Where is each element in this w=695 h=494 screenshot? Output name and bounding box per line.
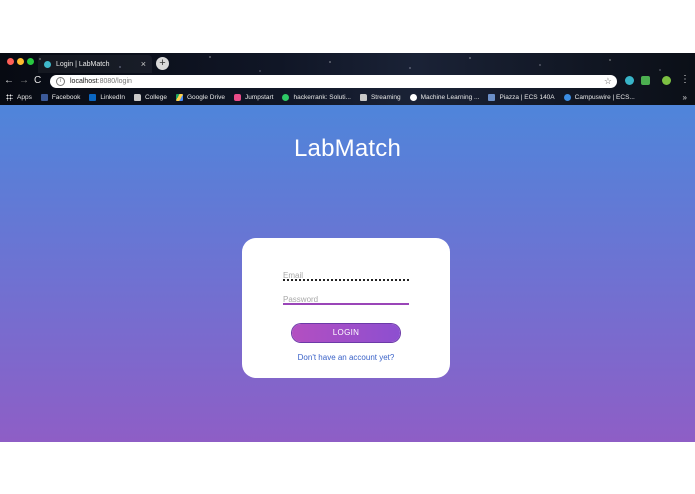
browser-menu-icon[interactable]: ⋮ <box>680 74 690 85</box>
site-info-icon[interactable]: i <box>56 77 65 86</box>
url-host: localhost <box>70 78 98 85</box>
tab-strip: Login | LabMatch × + <box>0 53 695 73</box>
bookmark-college[interactable]: College <box>133 94 167 101</box>
bookmark-label: hackerrank: Soluti... <box>293 94 351 101</box>
extension-2-icon[interactable] <box>641 76 650 85</box>
bookmark-apps[interactable]: Apps <box>6 94 32 101</box>
bookmark-label: Apps <box>17 94 32 101</box>
bookmark-label: LinkedIn <box>100 94 125 101</box>
signup-link[interactable]: Don't have an account yet? <box>242 353 450 362</box>
email-input[interactable] <box>283 268 409 283</box>
window-minimize-button[interactable] <box>17 58 24 65</box>
bookmark-label: Machine Learning ... <box>420 94 480 101</box>
bookmark-label: Google Drive <box>187 94 225 101</box>
linkedin-icon <box>89 94 97 101</box>
jumpstart-icon <box>233 94 241 101</box>
back-button[interactable]: ← <box>4 75 14 87</box>
bookmark-label: Facebook <box>51 94 81 101</box>
password-input[interactable] <box>283 292 409 307</box>
tab-title: Login | LabMatch <box>56 60 110 68</box>
bookmark-label: Piazza | ECS 140A <box>499 94 555 101</box>
brand-title: LabMatch <box>294 135 401 162</box>
login-button[interactable]: LOGIN <box>292 324 400 342</box>
bookmark-linkedin[interactable]: LinkedIn <box>89 94 125 101</box>
window-maximize-button[interactable] <box>27 58 34 65</box>
window-close-button[interactable] <box>7 58 14 65</box>
bookmark-campuswire[interactable]: Campuswire | ECS... <box>563 94 635 101</box>
url-path: :8080/login <box>97 78 132 85</box>
bookmark-label: Jumpstart <box>244 94 274 101</box>
folder-icon <box>133 94 141 101</box>
bookmark-google-drive[interactable]: Google Drive <box>176 94 225 101</box>
login-card: LOGIN Don't have an account yet? <box>242 238 450 378</box>
folder-icon <box>359 94 367 101</box>
bookmark-hackerrank[interactable]: hackerrank: Soluti... <box>282 94 351 101</box>
bookmarks-overflow-icon[interactable]: » <box>683 93 687 102</box>
campuswire-icon <box>563 94 571 101</box>
facebook-icon <box>40 94 48 101</box>
tab-login[interactable]: Login | LabMatch × <box>38 55 152 73</box>
bookmark-label: Streaming <box>370 94 401 101</box>
bookmark-piazza[interactable]: Piazza | ECS 140A <box>488 94 555 101</box>
reload-button[interactable]: C <box>34 75 41 87</box>
navigation-row: ← → C i localhost:8080/login ☆ ⋮ <box>0 73 695 90</box>
piazza-icon <box>488 94 496 101</box>
bookmark-label: Campuswire | ECS... <box>574 94 635 101</box>
tab-close-icon[interactable]: × <box>141 59 146 69</box>
forward-button[interactable]: → <box>19 75 29 87</box>
new-tab-button[interactable]: + <box>156 57 169 70</box>
profile-icon[interactable] <box>662 76 671 85</box>
bookmark-star-icon[interactable]: ☆ <box>604 76 612 87</box>
tab-favicon-icon <box>44 60 51 68</box>
hackerrank-icon <box>282 94 290 101</box>
google-drive-icon <box>176 94 183 101</box>
bookmarks-bar: Apps Facebook LinkedIn College Google Dr… <box>0 90 695 105</box>
apps-grid-icon <box>6 94 13 101</box>
ml-icon <box>409 94 417 101</box>
extension-1-icon[interactable] <box>625 76 634 85</box>
email-field[interactable] <box>283 265 409 283</box>
browser-chrome: Login | LabMatch × + ← → C i localhost:8… <box>0 53 695 105</box>
bookmark-jumpstart[interactable]: Jumpstart <box>233 94 274 101</box>
bookmark-label: College <box>144 94 167 101</box>
login-page: LabMatch LOGIN Don't have an account yet… <box>0 105 695 442</box>
bookmark-streaming[interactable]: Streaming <box>359 94 401 101</box>
password-field[interactable] <box>283 289 409 307</box>
bookmark-machine-learning[interactable]: Machine Learning ... <box>409 94 480 101</box>
bookmark-facebook[interactable]: Facebook <box>40 94 81 101</box>
address-bar[interactable]: i localhost:8080/login ☆ <box>50 75 617 88</box>
